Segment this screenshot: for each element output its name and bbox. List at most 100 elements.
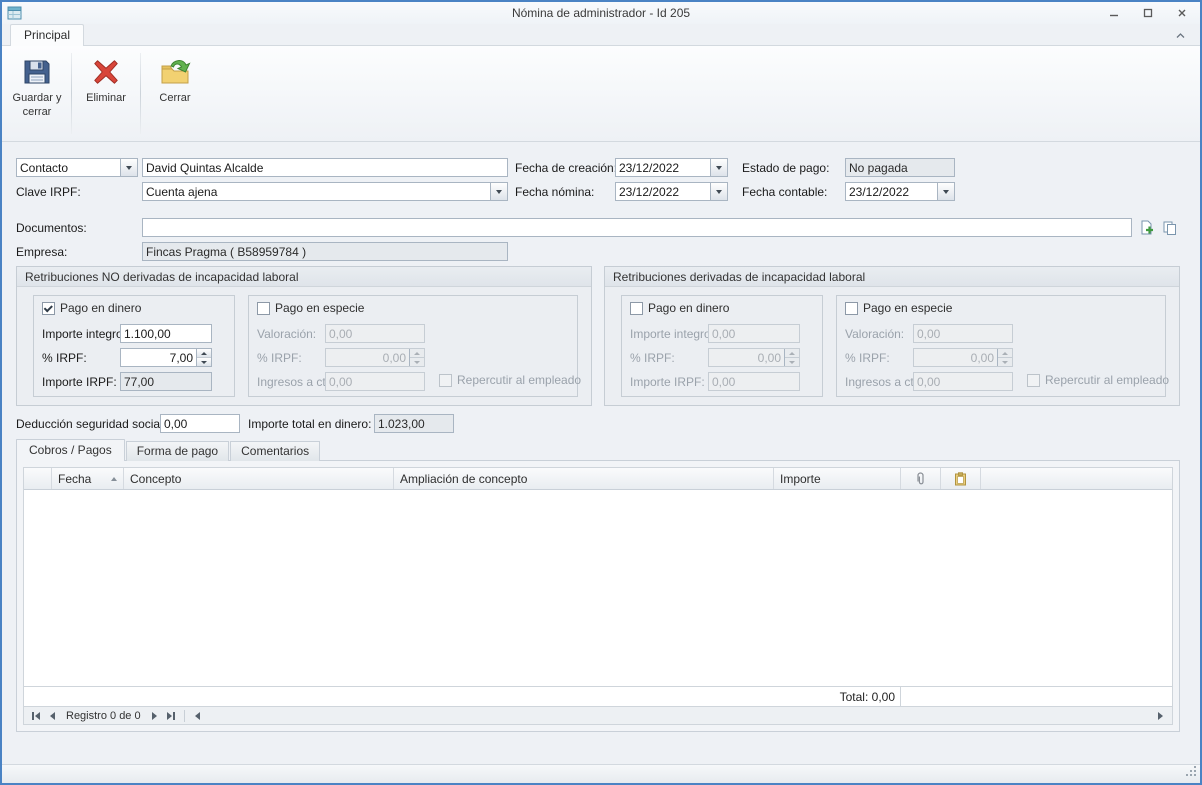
contacto-name-field[interactable]	[142, 158, 508, 177]
pago-especie-label: Pago en especie	[275, 301, 364, 315]
add-document-button[interactable]	[1136, 218, 1156, 237]
clave-irpf-dropdown-button[interactable]	[490, 183, 507, 200]
next-record-button[interactable]	[146, 709, 163, 723]
pago-dinero-2-checkbox[interactable]	[630, 302, 643, 315]
grid-empty-body[interactable]	[24, 490, 1172, 686]
pago-especie-checkbox[interactable]	[257, 302, 270, 315]
chevron-down-icon	[943, 190, 949, 194]
deduccion-input[interactable]	[161, 415, 239, 432]
importe-integro-input[interactable]	[121, 325, 211, 342]
fecha-creacion-editor[interactable]	[615, 158, 728, 177]
fecha-creacion-label: Fecha de creación:	[515, 161, 617, 175]
valoracion-label: Valoración:	[257, 327, 316, 341]
tab-cobros-pagos[interactable]: Cobros / Pagos	[16, 439, 125, 461]
importe-total-label: Importe total en dinero:	[248, 417, 371, 431]
fecha-contable-editor[interactable]	[845, 182, 955, 201]
importe-integro-label: Importe integro:	[42, 327, 126, 341]
chevron-down-icon	[414, 361, 420, 364]
contacto-selector-input[interactable]	[17, 159, 120, 176]
column-header-fecha[interactable]: Fecha	[52, 468, 124, 489]
last-icon	[173, 712, 175, 720]
contacto-dropdown-button[interactable]	[120, 159, 137, 176]
repercutir-2-checkbox[interactable]	[1027, 374, 1040, 387]
maximize-button[interactable]	[1136, 4, 1160, 21]
prev-icon	[35, 712, 40, 720]
cobros-pagos-panel: Fecha Concepto Ampliación de concepto Im…	[16, 460, 1180, 732]
panel-pago-dinero: Pago en dinero Importe integro: % IRPF: …	[33, 295, 235, 397]
repercutir-checkbox[interactable]	[439, 374, 452, 387]
spin-up-button	[785, 349, 799, 358]
spin-up-button[interactable]	[197, 349, 211, 358]
pago-dinero-checkbox[interactable]	[42, 302, 55, 315]
column-header-notes[interactable]	[941, 468, 981, 489]
fecha-contable-input[interactable]	[846, 183, 937, 200]
column-fecha-label: Fecha	[58, 472, 91, 486]
irpf-2-field	[708, 348, 800, 367]
valoracion-field	[325, 324, 425, 343]
previous-record-button[interactable]	[44, 709, 61, 723]
column-header-importe[interactable]: Importe	[774, 468, 901, 489]
pago-especie-2-checkbox[interactable]	[845, 302, 858, 315]
importe-irpf-2-input	[709, 373, 799, 390]
chevron-up-icon	[201, 352, 207, 355]
column-header-attachment[interactable]	[901, 468, 941, 489]
chevron-down-icon	[716, 190, 722, 194]
scroll-left-button[interactable]	[189, 709, 206, 723]
fecha-contable-dropdown-button[interactable]	[937, 183, 954, 200]
importe-integro-2-input	[709, 325, 799, 342]
first-record-button[interactable]	[27, 709, 44, 723]
documentos-field[interactable]	[142, 218, 1132, 237]
fecha-nomina-editor[interactable]	[615, 182, 728, 201]
fecha-creacion-input[interactable]	[616, 159, 710, 176]
copy-document-button[interactable]	[1160, 218, 1180, 237]
close-form-button[interactable]: Cerrar	[146, 49, 204, 138]
window-controls	[1102, 4, 1194, 21]
close-button[interactable]	[1170, 4, 1194, 21]
minimize-button[interactable]	[1102, 4, 1126, 21]
spin-down-button[interactable]	[197, 358, 211, 366]
tab-principal[interactable]: Principal	[10, 24, 84, 46]
tab-comentarios[interactable]: Comentarios	[230, 441, 320, 461]
fecha-nomina-input[interactable]	[616, 183, 710, 200]
ribbon-collapse-button[interactable]	[1172, 30, 1188, 42]
grid-total-row: Total: 0,00	[24, 686, 1172, 706]
irpf-input[interactable]	[121, 349, 196, 366]
deduccion-field[interactable]	[160, 414, 240, 433]
last-record-button[interactable]	[163, 709, 180, 723]
spin-down-button	[785, 358, 799, 366]
empresa-field	[142, 242, 508, 261]
irpf-2-input	[709, 349, 784, 366]
valoracion-2-field	[913, 324, 1013, 343]
sort-ascending-icon	[111, 477, 117, 481]
irpf-field[interactable]	[120, 348, 212, 367]
delete-label: Eliminar	[86, 92, 126, 106]
delete-button[interactable]: Eliminar	[77, 49, 135, 138]
documentos-label: Documentos:	[16, 221, 87, 235]
spin-up-button	[410, 349, 424, 358]
minimize-icon	[1109, 8, 1119, 18]
importe-total-value	[375, 415, 453, 432]
save-close-button[interactable]: Guardar y cerrar	[8, 49, 66, 138]
importe-integro-field[interactable]	[120, 324, 212, 343]
fecha-nomina-label: Fecha nómina:	[515, 185, 594, 199]
chevron-down-icon	[1002, 361, 1008, 364]
irpf-2-spinner	[784, 349, 799, 366]
estado-pago-label: Estado de pago:	[742, 161, 829, 175]
valoracion-2-label: Valoración:	[845, 327, 904, 341]
tab-forma-pago[interactable]: Forma de pago	[126, 441, 229, 461]
contacto-selector[interactable]	[16, 158, 138, 177]
column-header-concepto[interactable]: Concepto	[124, 468, 394, 489]
fecha-nomina-dropdown-button[interactable]	[710, 183, 727, 200]
irpf-label: % IRPF:	[42, 351, 87, 365]
resize-grip[interactable]	[1185, 765, 1198, 781]
documentos-input[interactable]	[143, 219, 1131, 236]
contacto-name-input[interactable]	[143, 159, 507, 176]
importe-total-field	[374, 414, 454, 433]
fecha-creacion-dropdown-button[interactable]	[710, 159, 727, 176]
clave-irpf-input[interactable]	[143, 183, 490, 200]
clave-irpf-selector[interactable]	[142, 182, 508, 201]
column-header-ampliacion[interactable]: Ampliación de concepto	[394, 468, 774, 489]
scroll-right-button[interactable]	[1152, 709, 1169, 723]
estado-pago-field	[845, 158, 955, 177]
grid-header-row: Fecha Concepto Ampliación de concepto Im…	[24, 468, 1172, 490]
